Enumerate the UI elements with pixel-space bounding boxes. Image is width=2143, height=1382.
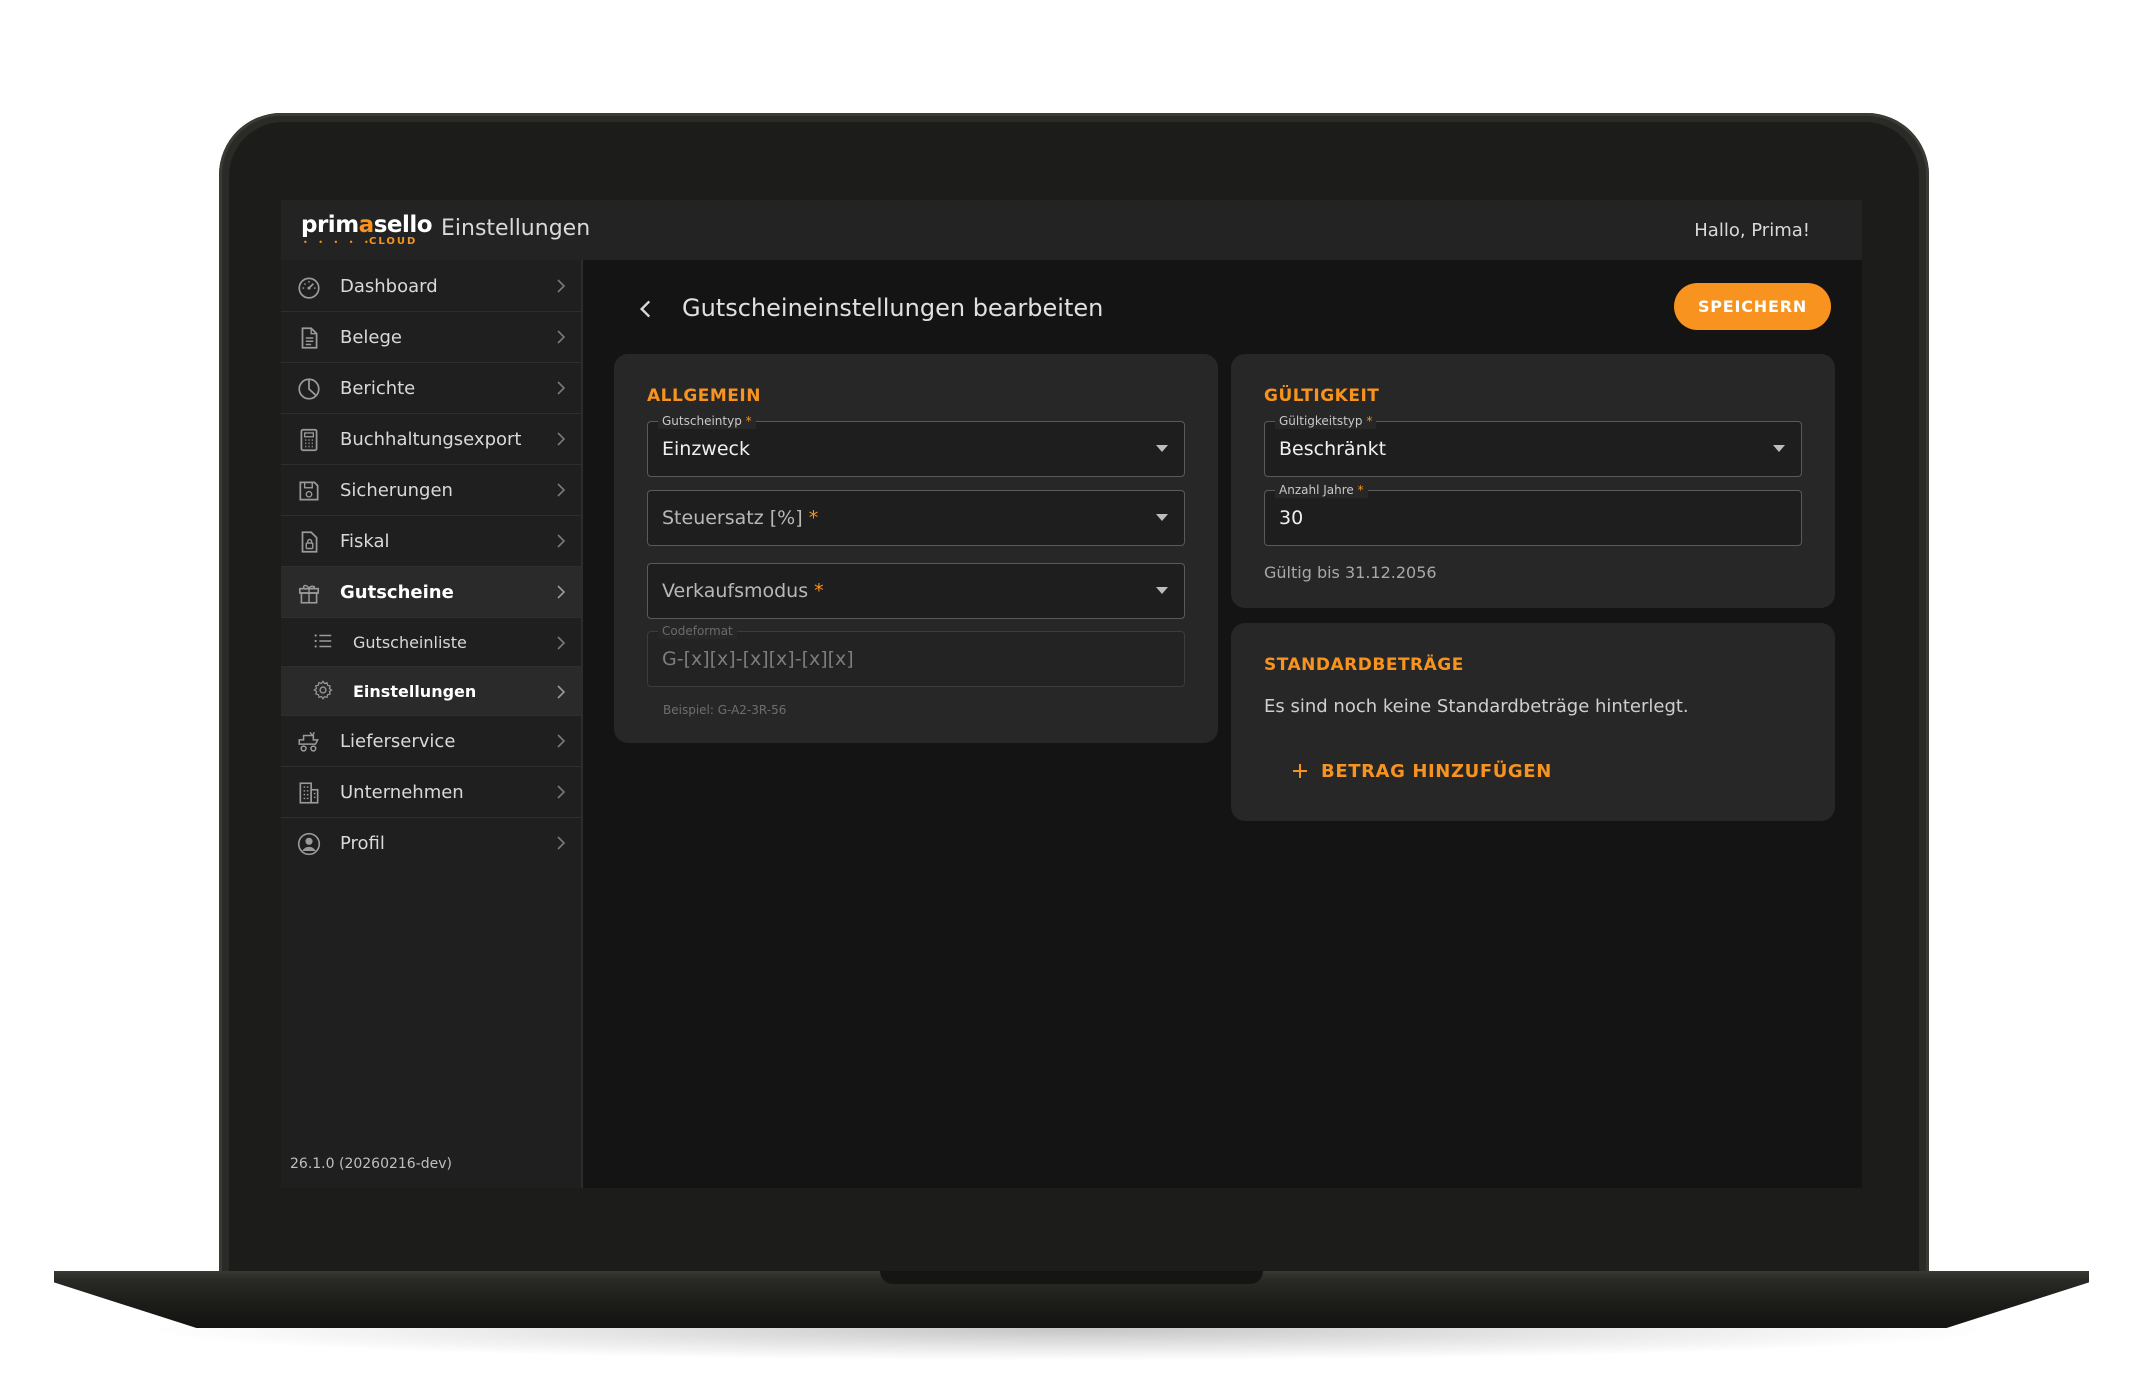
sidebar-item-label: Unternehmen	[340, 782, 464, 803]
gutscheintyp-select[interactable]: Gutscheintyp * Einzweck	[647, 413, 1185, 477]
sidebar-item-profil[interactable]: Profil	[281, 818, 581, 869]
sidebar-item-label: Einstellungen	[353, 682, 477, 701]
card-standardbetraege: STANDARDBETRÄGE Es sind noch keine Stand…	[1231, 623, 1835, 821]
dropdown-arrow-icon	[1156, 445, 1168, 452]
standardbetraege-empty-text: Es sind noch keine Standardbeträge hinte…	[1264, 696, 1689, 717]
sidebar-item-label: Profil	[340, 833, 385, 854]
gueltigkeitstyp-label: Gültigkeitstyp *	[1275, 413, 1377, 429]
back-arrow-icon[interactable]	[633, 296, 659, 322]
chevron-right-icon	[557, 330, 566, 344]
top-bar: primasello • • • • • CLOUD Einstellungen…	[281, 200, 1862, 260]
page-title: Gutscheineinstellungen bearbeiten	[682, 294, 1104, 322]
delivery-icon	[298, 731, 319, 752]
chevron-right-icon	[557, 534, 566, 548]
logo-dots: • • • • •	[303, 238, 373, 247]
gift-icon	[298, 584, 320, 604]
codeformat-field: Codeformat G-[x][x]-[x][x]-[x][x]	[647, 623, 1185, 687]
sidebar-item-gutscheine[interactable]: Gutscheine	[281, 567, 581, 618]
gueltigkeitstyp-value: Beschränkt	[1279, 438, 1387, 460]
sidebar-item-buchhaltungsexport[interactable]: Buchhaltungsexport	[281, 414, 581, 465]
save-button[interactable]: SPEICHERN	[1674, 283, 1831, 330]
user-greeting[interactable]: Hallo, Prima!	[1694, 220, 1810, 241]
card-gueltigkeit: GÜLTIGKEIT Gültigkeitstyp * Beschränkt A…	[1231, 354, 1835, 608]
save-disk-icon	[299, 481, 319, 501]
sidebar-item-lieferservice[interactable]: Lieferservice	[281, 716, 581, 767]
primasello-logo[interactable]: primasello • • • • • CLOUD	[301, 210, 433, 250]
codeformat-value: G-[x][x]-[x][x]-[x][x]	[662, 648, 854, 670]
building-icon	[299, 782, 319, 804]
gutscheintyp-value: Einzweck	[662, 438, 750, 460]
chevron-right-icon	[557, 279, 566, 293]
card-title-standardbetraege: STANDARDBETRÄGE	[1264, 655, 1464, 675]
dashboard-gauge-icon	[298, 277, 320, 299]
dropdown-arrow-icon	[1156, 514, 1168, 521]
logo-cloud-label: CLOUD	[369, 236, 418, 247]
verkaufsmodus-placeholder: Verkaufsmodus *	[662, 580, 824, 602]
verkaufsmodus-select[interactable]: Verkaufsmodus *	[647, 563, 1185, 619]
sidebar-item-label: Lieferservice	[340, 731, 456, 752]
sidebar-subitem-einstellungen[interactable]: Einstellungen	[281, 667, 581, 716]
sidebar-item-berichte[interactable]: Berichte	[281, 363, 581, 414]
user-circle-icon	[297, 832, 321, 856]
sidebar-item-label: Sicherungen	[340, 480, 453, 501]
sidebar-item-unternehmen[interactable]: Unternehmen	[281, 767, 581, 818]
sidebar-item-dashboard[interactable]: Dashboard	[281, 261, 581, 312]
document-icon	[301, 327, 318, 349]
dropdown-arrow-icon	[1156, 587, 1168, 594]
calculator-icon	[300, 428, 318, 452]
chevron-right-icon	[557, 734, 566, 748]
logo-wordmark: primasello	[301, 212, 433, 238]
anzahl-jahre-input[interactable]: Anzahl Jahre * 30	[1264, 482, 1802, 546]
sidebar-item-label: Gutscheinliste	[353, 633, 467, 652]
add-amount-label: BETRAG HINZUFÜGEN	[1321, 761, 1552, 782]
app-section-title: Einstellungen	[441, 216, 591, 241]
chevron-right-icon	[557, 836, 566, 850]
app-version: 26.1.0 (20260216-dev)	[290, 1156, 452, 1172]
dropdown-arrow-icon	[1773, 445, 1785, 452]
fiscal-document-icon	[301, 531, 318, 553]
anzahl-jahre-value: 30	[1279, 507, 1304, 529]
card-allgemein: ALLGEMEIN Gutscheintyp * Einzweck Steuer…	[614, 354, 1218, 743]
list-icon	[314, 634, 332, 648]
chevron-right-icon	[557, 785, 566, 799]
chevron-right-icon	[557, 585, 566, 599]
codeformat-example: Beispiel: G-A2-3R-56	[663, 703, 787, 717]
sidebar-item-sicherungen[interactable]: Sicherungen	[281, 465, 581, 516]
add-amount-button[interactable]: BETRAG HINZUFÜGEN	[1291, 761, 1551, 784]
sidebar-item-label: Berichte	[340, 378, 416, 399]
card-title-allgemein: ALLGEMEIN	[647, 386, 761, 406]
sidebar-subitem-gutscheinliste[interactable]: Gutscheinliste	[281, 618, 581, 667]
sidebar-item-label: Belege	[340, 327, 402, 348]
gutscheintyp-label: Gutscheintyp *	[658, 413, 756, 429]
gear-icon	[313, 680, 333, 700]
chevron-right-icon	[557, 685, 566, 699]
chevron-right-icon	[557, 432, 566, 446]
sidebar: Dashboard Belege Berichte Buchhaltungsex…	[281, 260, 583, 1188]
chevron-right-icon	[557, 381, 566, 395]
plus-icon	[1293, 764, 1307, 778]
steuersatz-select[interactable]: Steuersatz [%] *	[647, 490, 1185, 546]
steuersatz-placeholder: Steuersatz [%] *	[662, 507, 819, 529]
chevron-right-icon	[557, 483, 566, 497]
chevron-right-icon	[557, 636, 566, 650]
valid-until-text: Gültig bis 31.12.2056	[1264, 563, 1437, 582]
gueltigkeitstyp-select[interactable]: Gültigkeitstyp * Beschränkt	[1264, 413, 1802, 477]
sidebar-item-fiskal[interactable]: Fiskal	[281, 516, 581, 567]
card-title-gueltigkeit: GÜLTIGKEIT	[1264, 386, 1380, 406]
sidebar-item-label: Buchhaltungsexport	[340, 429, 522, 450]
sidebar-item-label: Dashboard	[340, 276, 438, 297]
app-screen: primasello • • • • • CLOUD Einstellungen…	[281, 200, 1862, 1188]
sidebar-item-label: Gutscheine	[340, 582, 454, 603]
laptop-notch	[880, 1271, 1263, 1284]
sidebar-item-belege[interactable]: Belege	[281, 312, 581, 363]
codeformat-label: Codeformat	[658, 623, 737, 639]
anzahl-jahre-label: Anzahl Jahre *	[1275, 482, 1368, 498]
sidebar-item-label: Fiskal	[340, 531, 390, 552]
pie-chart-icon	[298, 378, 320, 400]
